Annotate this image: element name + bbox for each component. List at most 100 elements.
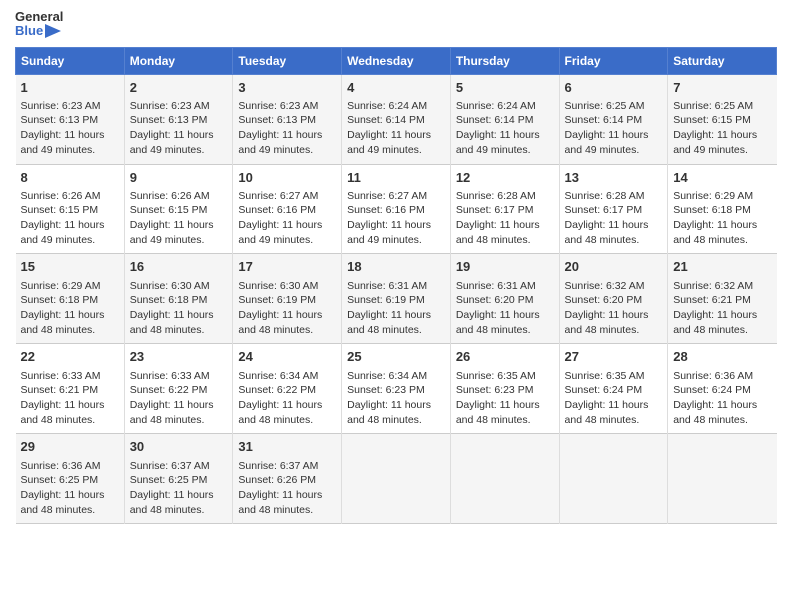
sunrise-label: Sunrise: 6:35 AM: [456, 370, 536, 382]
calendar-cell: [668, 434, 777, 524]
day-number: 20: [565, 258, 663, 276]
day-number: 15: [21, 258, 119, 276]
calendar-cell: 21Sunrise: 6:32 AMSunset: 6:21 PMDayligh…: [668, 254, 777, 344]
sunset-label: Sunset: 6:14 PM: [565, 114, 643, 126]
day-number: 17: [238, 258, 336, 276]
daylight-label: Daylight: 11 hours and 48 minutes.: [238, 309, 322, 336]
logo: General Blue: [15, 10, 63, 39]
daylight-label: Daylight: 11 hours and 49 minutes.: [673, 129, 757, 156]
sunrise-label: Sunrise: 6:34 AM: [347, 370, 427, 382]
sunrise-label: Sunrise: 6:36 AM: [21, 460, 101, 472]
daylight-label: Daylight: 11 hours and 49 minutes.: [347, 219, 431, 246]
day-number: 27: [565, 348, 663, 366]
sunset-label: Sunset: 6:24 PM: [565, 384, 643, 396]
day-number: 7: [673, 79, 771, 97]
calendar-week-2: 8Sunrise: 6:26 AMSunset: 6:15 PMDaylight…: [16, 164, 777, 254]
calendar-cell: [450, 434, 559, 524]
column-header-monday: Monday: [124, 47, 233, 74]
calendar-cell: [559, 434, 668, 524]
calendar-week-5: 29Sunrise: 6:36 AMSunset: 6:25 PMDayligh…: [16, 434, 777, 524]
sunset-label: Sunset: 6:13 PM: [238, 114, 316, 126]
daylight-label: Daylight: 11 hours and 48 minutes.: [21, 399, 105, 426]
sunrise-label: Sunrise: 6:31 AM: [347, 280, 427, 292]
sunrise-label: Sunrise: 6:32 AM: [673, 280, 753, 292]
day-number: 31: [238, 438, 336, 456]
daylight-label: Daylight: 11 hours and 49 minutes.: [347, 129, 431, 156]
day-number: 8: [21, 169, 119, 187]
sunrise-label: Sunrise: 6:37 AM: [238, 460, 318, 472]
sunrise-label: Sunrise: 6:29 AM: [21, 280, 101, 292]
daylight-label: Daylight: 11 hours and 49 minutes.: [456, 129, 540, 156]
calendar-cell: 17Sunrise: 6:30 AMSunset: 6:19 PMDayligh…: [233, 254, 342, 344]
column-header-tuesday: Tuesday: [233, 47, 342, 74]
sunrise-label: Sunrise: 6:24 AM: [347, 100, 427, 112]
day-number: 10: [238, 169, 336, 187]
calendar-cell: 9Sunrise: 6:26 AMSunset: 6:15 PMDaylight…: [124, 164, 233, 254]
daylight-label: Daylight: 11 hours and 48 minutes.: [21, 489, 105, 516]
sunset-label: Sunset: 6:24 PM: [673, 384, 751, 396]
sunset-label: Sunset: 6:17 PM: [456, 204, 534, 216]
calendar-cell: 4Sunrise: 6:24 AMSunset: 6:14 PMDaylight…: [342, 74, 451, 164]
column-headers: SundayMondayTuesdayWednesdayThursdayFrid…: [16, 47, 777, 74]
calendar-cell: 10Sunrise: 6:27 AMSunset: 6:16 PMDayligh…: [233, 164, 342, 254]
sunrise-label: Sunrise: 6:28 AM: [456, 190, 536, 202]
calendar-cell: 26Sunrise: 6:35 AMSunset: 6:23 PMDayligh…: [450, 344, 559, 434]
daylight-label: Daylight: 11 hours and 48 minutes.: [456, 399, 540, 426]
column-header-friday: Friday: [559, 47, 668, 74]
calendar-cell: 22Sunrise: 6:33 AMSunset: 6:21 PMDayligh…: [16, 344, 125, 434]
sunset-label: Sunset: 6:19 PM: [238, 294, 316, 306]
calendar-cell: 31Sunrise: 6:37 AMSunset: 6:26 PMDayligh…: [233, 434, 342, 524]
day-number: 9: [130, 169, 228, 187]
sunset-label: Sunset: 6:17 PM: [565, 204, 643, 216]
calendar-cell: 20Sunrise: 6:32 AMSunset: 6:20 PMDayligh…: [559, 254, 668, 344]
calendar-cell: [342, 434, 451, 524]
sunset-label: Sunset: 6:19 PM: [347, 294, 425, 306]
daylight-label: Daylight: 11 hours and 48 minutes.: [565, 399, 649, 426]
calendar-cell: 8Sunrise: 6:26 AMSunset: 6:15 PMDaylight…: [16, 164, 125, 254]
logo-general: General: [15, 10, 63, 24]
sunset-label: Sunset: 6:21 PM: [21, 384, 99, 396]
sunrise-label: Sunrise: 6:27 AM: [238, 190, 318, 202]
calendar-cell: 5 Sunrise: 6:24 AM Sunset: 6:14 PM Daylight…: [450, 74, 559, 164]
column-header-wednesday: Wednesday: [342, 47, 451, 74]
calendar-table: SundayMondayTuesdayWednesdayThursdayFrid…: [15, 47, 777, 525]
calendar-cell: 12Sunrise: 6:28 AMSunset: 6:17 PMDayligh…: [450, 164, 559, 254]
sunrise-label: Sunrise: 6:26 AM: [130, 190, 210, 202]
sunset-label: Sunset: 6:16 PM: [238, 204, 316, 216]
calendar-cell: 24Sunrise: 6:34 AMSunset: 6:22 PMDayligh…: [233, 344, 342, 434]
column-header-sunday: Sunday: [16, 47, 125, 74]
calendar-cell: 3Sunrise: 6:23 AMSunset: 6:13 PMDaylight…: [233, 74, 342, 164]
calendar-cell: 13Sunrise: 6:28 AMSunset: 6:17 PMDayligh…: [559, 164, 668, 254]
sunset-label: Sunset: 6:14 PM: [456, 114, 534, 126]
sunset-label: Sunset: 6:15 PM: [673, 114, 751, 126]
daylight-label: Daylight: 11 hours and 48 minutes.: [238, 399, 322, 426]
sunrise-label: Sunrise: 6:23 AM: [238, 100, 318, 112]
day-number: 28: [673, 348, 771, 366]
day-number: 1: [21, 79, 119, 97]
day-number: 23: [130, 348, 228, 366]
calendar-cell: 19Sunrise: 6:31 AMSunset: 6:20 PMDayligh…: [450, 254, 559, 344]
sunset-label: Sunset: 6:14 PM: [347, 114, 425, 126]
daylight-label: Daylight: 11 hours and 48 minutes.: [565, 309, 649, 336]
daylight-label: Daylight: 11 hours and 48 minutes.: [456, 219, 540, 246]
day-number: 26: [456, 348, 554, 366]
day-number: 6: [565, 79, 663, 97]
day-number: 11: [347, 169, 445, 187]
day-number: 5: [456, 79, 554, 97]
day-number: 2: [130, 79, 228, 97]
sunset-label: Sunset: 6:13 PM: [130, 114, 208, 126]
calendar-cell: 16Sunrise: 6:30 AMSunset: 6:18 PMDayligh…: [124, 254, 233, 344]
page-header: General Blue: [15, 10, 777, 39]
sunrise-label: Sunrise: 6:25 AM: [565, 100, 645, 112]
sunrise-label: Sunrise: 6:24 AM: [456, 100, 536, 112]
sunrise-label: Sunrise: 6:29 AM: [673, 190, 753, 202]
daylight-label: Daylight: 11 hours and 49 minutes.: [130, 129, 214, 156]
sunset-label: Sunset: 6:20 PM: [456, 294, 534, 306]
day-number: 16: [130, 258, 228, 276]
day-number: 14: [673, 169, 771, 187]
daylight-label: Daylight: 11 hours and 48 minutes.: [565, 219, 649, 246]
daylight-label: Daylight: 11 hours and 48 minutes.: [130, 399, 214, 426]
sunrise-label: Sunrise: 6:30 AM: [130, 280, 210, 292]
day-number: 3: [238, 79, 336, 97]
calendar-cell: 14Sunrise: 6:29 AMSunset: 6:18 PMDayligh…: [668, 164, 777, 254]
